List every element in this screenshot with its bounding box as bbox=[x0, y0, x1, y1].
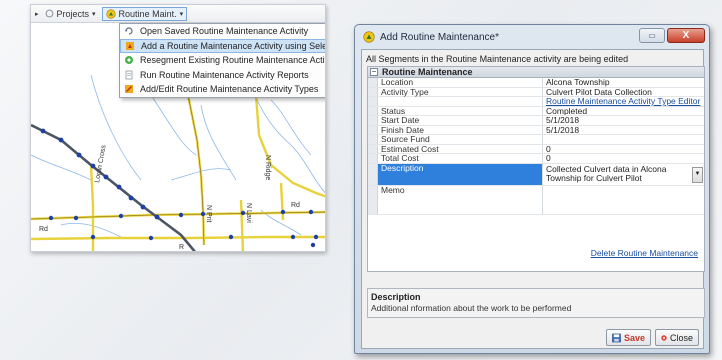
memo-value[interactable] bbox=[543, 186, 704, 214]
routine-maint-dropdown[interactable]: Routine Maint. ▾ bbox=[101, 6, 188, 21]
property-label: Activity Type bbox=[378, 87, 543, 96]
dialog-body: All Segments in the Routine Maintenance … bbox=[361, 49, 705, 349]
property-label: Location bbox=[378, 78, 543, 87]
road-label: N Prit bbox=[205, 205, 212, 223]
refresh-icon bbox=[124, 26, 134, 36]
editing-info-text: All Segments in the Routine Maintenance … bbox=[366, 54, 629, 64]
close-icon bbox=[661, 334, 667, 341]
floppy-disk-icon bbox=[612, 333, 621, 342]
help-title: Description bbox=[371, 292, 421, 302]
property-label: Estimated Cost bbox=[378, 144, 543, 153]
finish-date-value[interactable]: 5/1/2018 bbox=[543, 126, 704, 135]
add-routine-maintenance-dialog: Add Routine Maintenance* ▭ X All Segment… bbox=[354, 24, 710, 354]
dialog-titlebar[interactable]: Add Routine Maintenance* ▭ X bbox=[355, 25, 709, 49]
report-icon bbox=[124, 70, 134, 80]
add-activity-icon bbox=[125, 41, 135, 51]
projects-label: Projects bbox=[56, 8, 90, 19]
menu-item-label: Resegment Existing Routine Maintenance A… bbox=[140, 55, 326, 66]
property-label: Memo bbox=[378, 185, 543, 214]
minimize-button[interactable]: ▭ bbox=[639, 28, 665, 43]
close-window-button[interactable]: X bbox=[667, 28, 705, 43]
chevron-down-icon: ▾ bbox=[92, 10, 96, 18]
edit-types-icon bbox=[124, 84, 134, 94]
resegment-icon bbox=[124, 55, 134, 65]
description-text: Collected Culvert data in Alcona Townshi… bbox=[546, 163, 667, 183]
section-title: Routine Maintenance bbox=[382, 67, 473, 77]
map-toolbar: ▸ Projects ▾ Routine Maint. ▾ bbox=[31, 5, 325, 23]
help-text: Additional nformation about the work to … bbox=[371, 303, 572, 313]
estimated-cost-value[interactable]: 0 bbox=[543, 145, 704, 154]
activity-type-editor-link[interactable]: Routine Maintenance Activity Type Editor bbox=[543, 97, 704, 106]
menu-item-label: Add/Edit Routine Maintenance Activity Ty… bbox=[140, 84, 319, 95]
property-row-description[interactable]: Description Collected Culvert data in Al… bbox=[368, 163, 704, 186]
routine-maint-label: Routine Maint. bbox=[118, 8, 177, 19]
close-button[interactable]: Close bbox=[655, 329, 699, 346]
map-screenshot: Loran Cross Rd N Prit N Lavi N Ridge Rd … bbox=[30, 4, 326, 252]
menu-item-label: Run Routine Maintenance Activity Reports bbox=[140, 69, 309, 80]
property-label-selected: Description bbox=[378, 163, 543, 185]
road-label: Rd bbox=[39, 226, 48, 233]
property-grid: − Routine Maintenance Location Alcona To… bbox=[367, 66, 705, 272]
total-cost-value[interactable]: 0 bbox=[543, 154, 704, 163]
routine-maint-menu: Open Saved Routine Maintenance Activity … bbox=[119, 23, 326, 98]
routine-maint-icon bbox=[363, 31, 375, 43]
menu-add-activity-using-selection[interactable]: Add a Routine Maintenance Activity using… bbox=[120, 38, 326, 53]
description-dropdown-button[interactable]: ▼ bbox=[692, 166, 703, 183]
toolbar-overflow-chevron-icon[interactable]: ▸ bbox=[35, 10, 39, 18]
road-label: Rd bbox=[291, 202, 300, 209]
property-label: Source Fund bbox=[378, 135, 543, 144]
description-value[interactable]: Collected Culvert data in Alcona Townshi… bbox=[543, 164, 704, 185]
menu-resegment-activity[interactable]: Resegment Existing Routine Maintenance A… bbox=[120, 53, 326, 68]
property-row-activity-type[interactable]: Activity Type Culvert Pilot Data Collect… bbox=[368, 87, 704, 97]
menu-add-edit-activity-types[interactable]: Add/Edit Routine Maintenance Activity Ty… bbox=[120, 82, 325, 97]
save-button[interactable]: Save bbox=[606, 329, 651, 346]
menu-open-saved-activity[interactable]: Open Saved Routine Maintenance Activity bbox=[120, 24, 325, 39]
menu-run-reports[interactable]: Run Routine Maintenance Activity Reports bbox=[120, 68, 325, 83]
location-value[interactable]: Alcona Township bbox=[543, 78, 704, 87]
chevron-down-icon: ▾ bbox=[179, 10, 184, 18]
property-label: Finish Date bbox=[378, 125, 543, 134]
start-date-value[interactable]: 5/1/2018 bbox=[543, 116, 704, 125]
routine-maint-icon bbox=[105, 8, 116, 19]
road-label: R bbox=[179, 244, 184, 251]
section-header-routine-maintenance[interactable]: − Routine Maintenance bbox=[368, 67, 704, 78]
road-label: N Lavi bbox=[245, 203, 252, 223]
road-label: N Ridge bbox=[264, 155, 271, 180]
close-label: Close bbox=[669, 332, 693, 343]
projects-dropdown[interactable]: Projects ▾ bbox=[42, 8, 99, 20]
property-label: Total Cost bbox=[378, 154, 543, 163]
collapse-toggle-icon[interactable]: − bbox=[370, 68, 378, 76]
property-row-memo[interactable]: Memo bbox=[368, 185, 704, 215]
menu-item-label: Add a Routine Maintenance Activity using… bbox=[141, 40, 326, 51]
source-fund-value[interactable] bbox=[543, 135, 704, 144]
menu-item-label: Open Saved Routine Maintenance Activity bbox=[140, 26, 309, 37]
property-label: Status bbox=[378, 106, 543, 115]
projects-icon bbox=[45, 9, 53, 18]
property-row-type-editor: Routine Maintenance Activity Type Editor bbox=[368, 97, 704, 107]
status-value[interactable]: Completed bbox=[543, 107, 704, 116]
activity-type-value[interactable]: Culvert Pilot Data Collection bbox=[543, 88, 704, 97]
property-label: Start Date bbox=[378, 116, 543, 125]
save-label: Save bbox=[623, 332, 645, 343]
delete-routine-maintenance-link[interactable]: Delete Routine Maintenance bbox=[591, 248, 698, 258]
property-help-pane: Description Additional nformation about … bbox=[367, 288, 705, 318]
dialog-title: Add Routine Maintenance* bbox=[380, 31, 499, 43]
